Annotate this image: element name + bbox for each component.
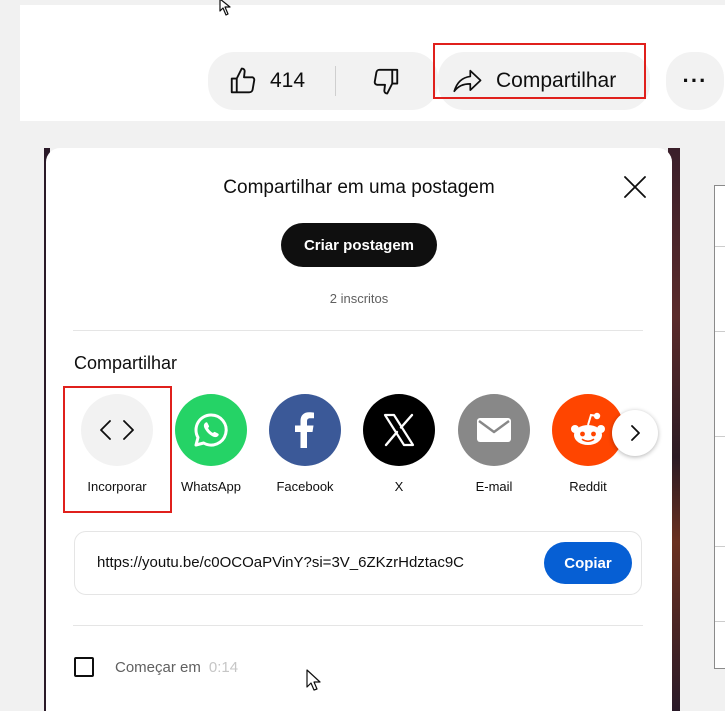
close-button[interactable]	[622, 174, 648, 200]
whatsapp-circle	[175, 394, 247, 466]
share-button[interactable]: Compartilhar	[438, 52, 650, 110]
divider	[73, 625, 643, 626]
share-x-label: X	[394, 479, 404, 494]
share-email-label: E-mail	[475, 479, 513, 494]
start-at-label: Começar em	[115, 658, 201, 676]
share-email[interactable]: E-mail	[449, 394, 539, 494]
share-whatsapp[interactable]: WhatsApp	[166, 394, 256, 494]
mouse-cursor-icon	[306, 669, 321, 691]
dialog-title: Compartilhar em uma postagem	[223, 177, 495, 198]
share-facebook-label: Facebook	[276, 479, 334, 494]
reddit-icon	[571, 412, 605, 445]
facebook-icon	[295, 412, 314, 448]
start-at-row: Começar em 0:14	[74, 655, 238, 679]
like-dislike-group: 414	[208, 52, 438, 110]
chevron-right-icon	[631, 425, 640, 441]
share-x[interactable]: X	[354, 394, 444, 494]
email-circle	[458, 394, 530, 466]
mouse-cursor-icon	[219, 0, 231, 16]
like-separator	[335, 66, 336, 96]
start-at-checkbox[interactable]	[74, 657, 94, 677]
share-reddit-label: Reddit	[569, 479, 607, 494]
share-url[interactable]: https://youtu.be/c0OCOaPVinY?si=3V_6ZKzr…	[97, 554, 464, 571]
thumbs-up-icon	[230, 67, 256, 94]
share-url-box: https://youtu.be/c0OCOaPVinY?si=3V_6ZKzr…	[74, 531, 642, 595]
share-button-label: Compartilhar	[496, 69, 617, 92]
share-section-label: Compartilhar	[74, 353, 178, 373]
create-post-button[interactable]: Criar postagem	[281, 223, 437, 267]
more-horizontal-icon: ···	[682, 68, 708, 93]
subscriber-count: 2 inscritos	[329, 291, 389, 306]
envelope-icon	[477, 418, 511, 442]
embed-highlight	[63, 386, 172, 513]
close-icon	[624, 176, 646, 198]
side-panel	[714, 185, 725, 669]
next-targets-button[interactable]	[612, 410, 658, 456]
share-dialog: Compartilhar em uma postagem Criar posta…	[46, 148, 672, 711]
thumbs-down-icon	[373, 68, 399, 95]
like-button[interactable]: 414	[208, 52, 334, 110]
copy-button[interactable]: Copiar	[544, 542, 632, 584]
x-logo-icon	[383, 413, 415, 447]
x-circle	[363, 394, 435, 466]
start-at-time[interactable]: 0:14	[209, 659, 238, 676]
share-arrow-icon	[453, 69, 482, 93]
like-count: 414	[270, 69, 306, 92]
share-whatsapp-label: WhatsApp	[181, 479, 241, 494]
divider	[73, 330, 643, 331]
facebook-circle	[269, 394, 341, 466]
more-actions-button[interactable]: ···	[666, 52, 724, 110]
dislike-button[interactable]	[338, 52, 434, 110]
whatsapp-icon	[194, 413, 228, 447]
share-facebook[interactable]: Facebook	[260, 394, 350, 494]
video-action-bar: 414 Compartilhar ···	[20, 0, 725, 121]
